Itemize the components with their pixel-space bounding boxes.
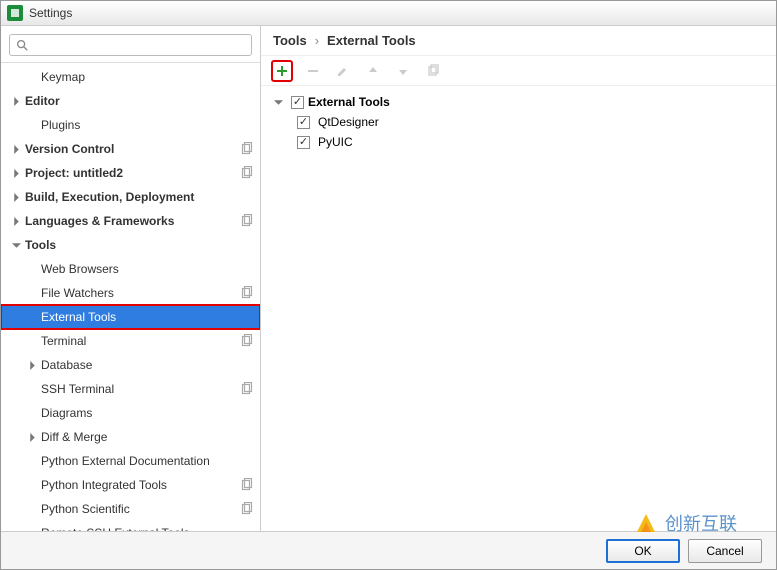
sidebar-item[interactable]: Version Control [1,137,260,161]
sidebar-item-label: Editor [25,94,254,108]
item-checkbox[interactable] [297,116,310,129]
breadcrumb: Tools › External Tools [261,26,776,56]
search-icon [15,38,29,52]
sidebar-item-label: Plugins [41,118,254,132]
move-down-button[interactable] [393,61,413,81]
move-up-button[interactable] [363,61,383,81]
sidebar-item[interactable]: Database [1,353,260,377]
sidebar-item-label: Project: untitled2 [25,166,236,180]
sidebar-item[interactable]: Remote SSH External Tools [1,521,260,531]
sidebar-item-label: External Tools [41,310,254,324]
settings-window: Settings Keymap Editor Plugins Version Cont… [0,0,777,570]
external-tools-tree[interactable]: External Tools QtDesigner PyUIC [261,86,776,531]
project-scope-icon [240,166,254,180]
sidebar-item[interactable]: SSH Terminal [1,377,260,401]
breadcrumb-current: External Tools [327,33,416,48]
copy-button[interactable] [423,61,443,81]
sidebar-item[interactable]: Terminal [1,329,260,353]
group-label: External Tools [308,95,766,109]
chevron-down-icon[interactable] [271,98,285,107]
ok-button[interactable]: OK [606,539,680,563]
tree-item-row[interactable]: QtDesigner [271,112,766,132]
dialog-body: Keymap Editor Plugins Version Control Projec… [1,26,776,531]
project-scope-icon [240,502,254,516]
item-label: PyUIC [318,135,766,149]
item-label: QtDesigner [318,115,766,129]
sidebar-item-label: Build, Execution, Deployment [25,190,254,204]
sidebar-item-label: Web Browsers [41,262,254,276]
sidebar-item-label: SSH Terminal [41,382,236,396]
tree-group-row[interactable]: External Tools [271,92,766,112]
sidebar-item-label: Terminal [41,334,236,348]
sidebar-item[interactable]: Python External Documentation [1,449,260,473]
sidebar-item-label: Tools [25,238,254,252]
content-panel: Tools › External Tools [261,26,776,531]
remove-button[interactable] [303,61,323,81]
titlebar: Settings [1,1,776,26]
sidebar-item-label: Remote SSH External Tools [41,526,254,531]
chevron-right-icon[interactable] [9,217,23,226]
sidebar-item[interactable]: Diagrams [1,401,260,425]
window-title: Settings [29,6,72,20]
sidebar-item[interactable]: Python Scientific [1,497,260,521]
edit-button[interactable] [333,61,353,81]
group-checkbox[interactable] [291,96,304,109]
cancel-button[interactable]: Cancel [688,539,762,563]
sidebar-item-label: Python Scientific [41,502,236,516]
sidebar-item[interactable]: Tools [1,233,260,257]
sidebar: Keymap Editor Plugins Version Control Projec… [1,26,261,531]
chevron-right-icon[interactable] [9,97,23,106]
settings-tree[interactable]: Keymap Editor Plugins Version Control Projec… [1,63,260,531]
toolbar [261,56,776,86]
sidebar-item-label: Keymap [41,70,254,84]
add-button[interactable] [271,60,293,82]
chevron-right-icon[interactable] [25,361,39,370]
sidebar-item[interactable]: Python Integrated Tools [1,473,260,497]
sidebar-item-label: Version Control [25,142,236,156]
sidebar-item[interactable]: External Tools [1,305,260,329]
project-scope-icon [240,142,254,156]
project-scope-icon [240,286,254,300]
chevron-right-icon[interactable] [9,241,23,250]
search-wrap [1,26,260,63]
sidebar-item[interactable]: Project: untitled2 [1,161,260,185]
chevron-right-icon[interactable] [9,193,23,202]
project-scope-icon [240,382,254,396]
project-scope-icon [240,478,254,492]
chevron-right-icon: › [315,33,319,48]
chevron-right-icon[interactable] [9,145,23,154]
sidebar-item-label: Python Integrated Tools [41,478,236,492]
item-checkbox[interactable] [297,136,310,149]
sidebar-item[interactable]: Web Browsers [1,257,260,281]
sidebar-item-label: Diff & Merge [41,430,254,444]
sidebar-item[interactable]: Languages & Frameworks [1,209,260,233]
sidebar-item[interactable]: Build, Execution, Deployment [1,185,260,209]
app-icon [7,5,23,21]
sidebar-item[interactable]: File Watchers [1,281,260,305]
sidebar-item[interactable]: Plugins [1,113,260,137]
sidebar-item-label: Diagrams [41,406,254,420]
project-scope-icon [240,214,254,228]
sidebar-item-label: Languages & Frameworks [25,214,236,228]
sidebar-item-label: Python External Documentation [41,454,254,468]
sidebar-item-label: Database [41,358,254,372]
dialog-footer: OK Cancel [1,531,776,569]
project-scope-icon [240,334,254,348]
breadcrumb-root[interactable]: Tools [273,33,307,48]
chevron-right-icon[interactable] [25,433,39,442]
sidebar-item[interactable]: Editor [1,89,260,113]
sidebar-item-label: File Watchers [41,286,236,300]
chevron-right-icon[interactable] [9,169,23,178]
tree-item-row[interactable]: PyUIC [271,132,766,152]
search-input[interactable] [9,34,252,56]
sidebar-item[interactable]: Keymap [1,65,260,89]
sidebar-item[interactable]: Diff & Merge [1,425,260,449]
